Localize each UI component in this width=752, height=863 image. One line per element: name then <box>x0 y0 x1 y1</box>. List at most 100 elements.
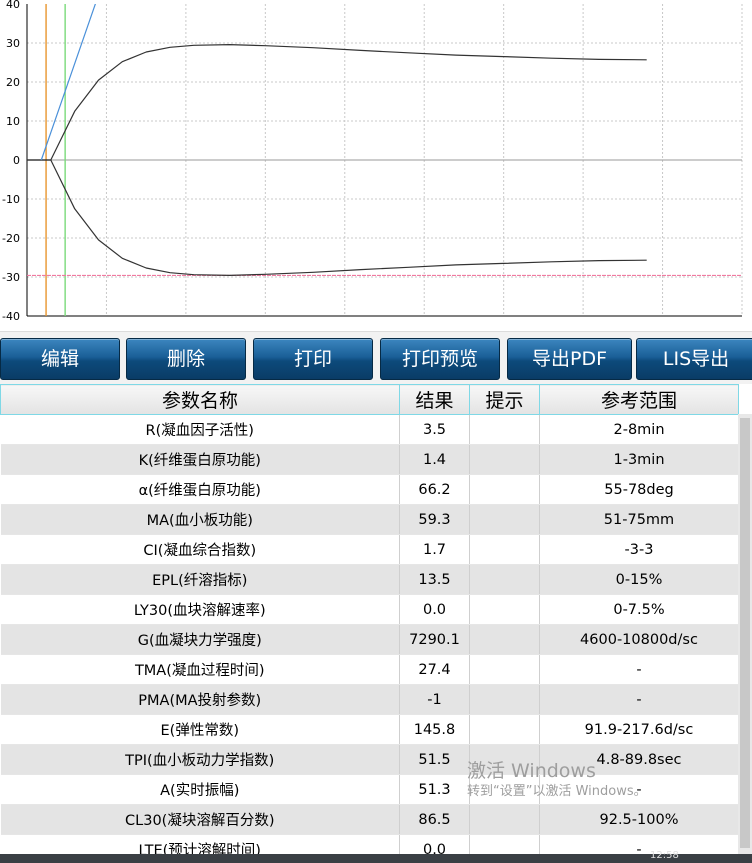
table-row[interactable]: MA(血小板功能) 59.3 51-75mm <box>0 504 739 535</box>
table-row[interactable]: TMA(凝血过程时间) 27.4 - <box>0 654 739 685</box>
header-param-name[interactable]: 参数名称 <box>0 384 400 415</box>
taskbar: 12:58 <box>0 850 752 863</box>
export-pdf-button[interactable]: 导出PDF <box>507 338 632 380</box>
cell-name: A(实时振幅) <box>0 774 400 805</box>
cell-hint <box>469 534 540 565</box>
delete-button[interactable]: 删除 <box>126 338 246 380</box>
table-row[interactable]: LTE(预计溶解时间) 0.0 - <box>0 834 739 854</box>
cell-hint <box>469 504 540 535</box>
y-tick-label: -40 <box>2 310 20 323</box>
cell-range: 0-15% <box>539 564 739 595</box>
y-tick-label: -20 <box>2 232 20 245</box>
taskbar-clock: 12:58 <box>650 850 679 861</box>
table-row[interactable]: EPL(纤溶指标) 13.5 0-15% <box>0 564 739 595</box>
cell-range: 2-8min <box>539 414 739 445</box>
edit-button[interactable]: 编辑 <box>0 338 120 380</box>
cell-result: 145.8 <box>399 714 470 745</box>
cell-range: -3-3 <box>539 534 739 565</box>
series-line-1 <box>27 159 647 276</box>
cell-range: - <box>539 654 739 685</box>
y-tick-label: 10 <box>6 115 20 128</box>
y-tick-label: 30 <box>6 37 20 50</box>
table-row[interactable]: CL30(凝块溶解百分数) 86.5 92.5-100% <box>0 804 739 835</box>
header-hint[interactable]: 提示 <box>469 384 540 415</box>
table-row[interactable]: TPI(血小板动力学指数) 51.5 4.8-89.8sec <box>0 744 739 775</box>
cell-name: K(纤维蛋白原功能) <box>0 444 400 475</box>
cell-name: E(弹性常数) <box>0 714 400 745</box>
y-tick-label: 40 <box>6 0 20 11</box>
table-scrollbar[interactable] <box>738 414 752 854</box>
table-row[interactable]: K(纤维蛋白原功能) 1.4 1-3min <box>0 444 739 475</box>
series-line-0 <box>27 43 647 161</box>
cell-range: 0-7.5% <box>539 594 739 625</box>
cell-name: R(凝血因子活性) <box>0 414 400 445</box>
cell-name: TMA(凝血过程时间) <box>0 654 400 685</box>
cell-result: 27.4 <box>399 654 470 685</box>
cell-hint <box>469 564 540 595</box>
cell-name: TPI(血小板动力学指数) <box>0 744 400 775</box>
table-row[interactable]: LY30(血块溶解速率) 0.0 0-7.5% <box>0 594 739 625</box>
cell-result: 51.3 <box>399 774 470 805</box>
y-tick-label: 20 <box>6 76 20 89</box>
table-header-row: 参数名称 结果 提示 参考范围 <box>0 384 739 415</box>
cell-name: EPL(纤溶指标) <box>0 564 400 595</box>
header-result[interactable]: 结果 <box>399 384 470 415</box>
table-row[interactable]: G(血凝块力学强度) 7290.1 4600-10800d/sc <box>0 624 739 655</box>
parameters-table: 参数名称 结果 提示 参考范围 R(凝血因子活性) 3.5 2-8min K(纤维蛋白… <box>0 384 739 854</box>
cell-range: 51-75mm <box>539 504 739 535</box>
cell-hint <box>469 444 540 475</box>
table-row[interactable]: CI(凝血综合指数) 1.7 -3-3 <box>0 534 739 565</box>
table-row[interactable]: A(实时振幅) 51.3 - <box>0 774 739 805</box>
cell-hint <box>469 834 540 854</box>
cell-result: 86.5 <box>399 804 470 835</box>
cell-result: 3.5 <box>399 414 470 445</box>
cell-result: 7290.1 <box>399 624 470 655</box>
cell-range: - <box>539 774 739 805</box>
table-row[interactable]: α(纤维蛋白原功能) 66.2 55-78deg <box>0 474 739 505</box>
header-reference-range[interactable]: 参考范围 <box>539 384 739 415</box>
cell-name: CL30(凝块溶解百分数) <box>0 804 400 835</box>
print-button[interactable]: 打印 <box>253 338 373 380</box>
cell-hint <box>469 414 540 445</box>
cell-hint <box>469 714 540 745</box>
series-line-2 <box>40 4 96 161</box>
cell-range: 55-78deg <box>539 474 739 505</box>
teg-curve-plot: -40 -30 -20 -10 0 10 20 30 40 <box>2 0 743 323</box>
scrollbar-thumb[interactable] <box>740 418 750 848</box>
cell-range: 92.5-100% <box>539 804 739 835</box>
cell-hint <box>469 804 540 835</box>
table-row[interactable]: R(凝血因子活性) 3.5 2-8min <box>0 414 739 445</box>
cell-range: - <box>539 684 739 715</box>
cell-hint <box>469 594 540 625</box>
cell-result: 1.7 <box>399 534 470 565</box>
cell-hint <box>469 744 540 775</box>
cell-result: 0.0 <box>399 594 470 625</box>
cell-name: LTE(预计溶解时间) <box>0 834 400 854</box>
cell-hint <box>469 774 540 805</box>
cell-hint <box>469 654 540 685</box>
cell-result: 51.5 <box>399 744 470 775</box>
table-row[interactable]: E(弹性常数) 145.8 91.9-217.6d/sc <box>0 714 739 745</box>
cell-result: 59.3 <box>399 504 470 535</box>
cell-hint <box>469 624 540 655</box>
cell-range: 91.9-217.6d/sc <box>539 714 739 745</box>
parameters-table-area: 参数名称 结果 提示 参考范围 R(凝血因子活性) 3.5 2-8min K(纤维蛋白… <box>0 384 752 854</box>
y-tick-label: 0 <box>13 154 20 167</box>
cell-result: -1 <box>399 684 470 715</box>
cell-hint <box>469 684 540 715</box>
cell-result: 66.2 <box>399 474 470 505</box>
action-toolbar: 编辑 删除 打印 打印预览 导出PDF LIS导出 <box>0 331 752 384</box>
table-body: R(凝血因子活性) 3.5 2-8min K(纤维蛋白原功能) 1.4 1-3min α(纤… <box>0 414 739 854</box>
cell-name: MA(血小板功能) <box>0 504 400 535</box>
lis-export-button[interactable]: LIS导出 <box>636 338 752 380</box>
y-tick-label: -10 <box>2 193 20 206</box>
cell-hint <box>469 474 540 505</box>
cell-range: 4600-10800d/sc <box>539 624 739 655</box>
cell-result: 13.5 <box>399 564 470 595</box>
tracing-chart: -40 -30 -20 -10 0 10 20 30 40 <box>0 0 752 330</box>
cell-name: G(血凝块力学强度) <box>0 624 400 655</box>
cell-name: CI(凝血综合指数) <box>0 534 400 565</box>
print-preview-button[interactable]: 打印预览 <box>380 338 500 380</box>
table-row[interactable]: PMA(MA投射参数) -1 - <box>0 684 739 715</box>
cell-range: - <box>539 834 739 854</box>
